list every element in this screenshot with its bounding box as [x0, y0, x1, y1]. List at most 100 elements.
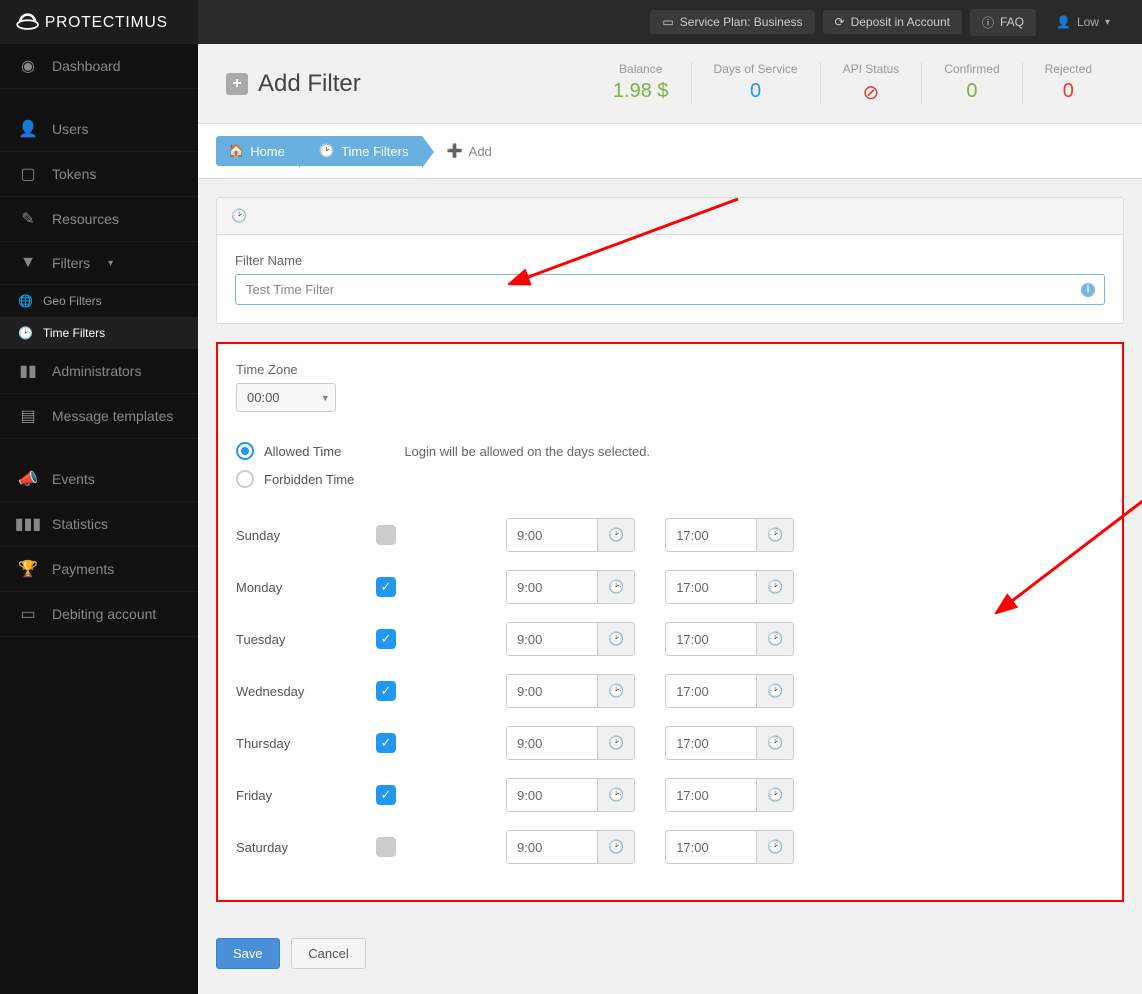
nav-tokens[interactable]: ▢Tokens — [0, 152, 198, 197]
form-actions: Save Cancel — [198, 920, 1142, 987]
clock-icon[interactable]: 🕑 — [756, 571, 793, 603]
allowed-time-radio[interactable] — [236, 442, 254, 460]
time-to-input[interactable] — [666, 624, 756, 655]
time-from-input[interactable] — [507, 520, 597, 551]
clock-icon[interactable]: 🕑 — [756, 675, 793, 707]
time-to: 🕑 — [665, 622, 794, 656]
day-checkbox[interactable] — [376, 837, 396, 857]
time-to-input[interactable] — [666, 728, 756, 759]
days-label: Days of Service — [714, 62, 798, 76]
nav-users[interactable]: 👤Users — [0, 107, 198, 152]
nav-dashboard[interactable]: ◉Dashboard — [0, 44, 198, 89]
user-icon: 👤 — [1056, 15, 1071, 29]
payments-icon: 🏆 — [18, 559, 38, 579]
nav-geo-filters[interactable]: 🌐Geo Filters — [0, 285, 198, 317]
day-name: Saturday — [236, 840, 346, 855]
time-from-input[interactable] — [507, 676, 597, 707]
clock-icon[interactable]: 🕑 — [597, 623, 634, 655]
day-checkbox[interactable]: ✓ — [376, 785, 396, 805]
day-checkbox[interactable]: ✓ — [376, 681, 396, 701]
day-checkbox[interactable]: ✓ — [376, 629, 396, 649]
nav-events[interactable]: 📣Events — [0, 457, 198, 502]
clock-icon[interactable]: 🕑 — [756, 727, 793, 759]
time-from: 🕑 — [506, 570, 635, 604]
time-to: 🕑 — [665, 830, 794, 864]
time-from-input[interactable] — [507, 780, 597, 811]
clock-icon[interactable]: 🕑 — [756, 831, 793, 863]
day-name: Sunday — [236, 528, 346, 543]
breadcrumb-home[interactable]: 🏠Home — [216, 136, 299, 166]
time-to-input[interactable] — [666, 780, 756, 811]
admin-icon: ▮▮ — [18, 361, 38, 381]
sidebar: ◉Dashboard 👤Users ▢Tokens ✎Resources ▼Fi… — [0, 44, 198, 994]
day-checkbox[interactable] — [376, 525, 396, 545]
clock-icon[interactable]: 🕑 — [756, 779, 793, 811]
service-plan-button[interactable]: ▭Service Plan: Business — [650, 10, 814, 34]
forbidden-time-radio[interactable] — [236, 470, 254, 488]
save-button[interactable]: Save — [216, 938, 280, 969]
filter-name-input[interactable] — [235, 274, 1105, 305]
nav-administrators[interactable]: ▮▮Administrators — [0, 349, 198, 394]
nav-statistics[interactable]: ▮▮▮Statistics — [0, 502, 198, 547]
resources-icon: ✎ — [18, 209, 38, 229]
clock-icon[interactable]: 🕑 — [597, 571, 634, 603]
user-menu[interactable]: 👤Low▾ — [1044, 10, 1122, 34]
breadcrumb: 🏠Home 🕑Time Filters ➕Add — [198, 124, 1142, 179]
user-icon: 👤 — [18, 119, 38, 139]
clock-icon: 🕑 — [319, 143, 335, 159]
brand-logo[interactable]: PROTECTIMUS — [0, 0, 198, 44]
nav-filters[interactable]: ▼Filters ▾ — [0, 242, 198, 285]
time-from-input[interactable] — [507, 728, 597, 759]
stats-bar: Balance1.98 $ Days of Service0 API Statu… — [591, 62, 1114, 105]
balance-label: Balance — [613, 62, 669, 76]
day-row-friday: Friday ✓ 🕑 🕑 — [236, 778, 1104, 812]
clock-icon[interactable]: 🕑 — [597, 727, 634, 759]
clock-icon[interactable]: 🕑 — [597, 675, 634, 707]
time-to-input[interactable] — [666, 520, 756, 551]
time-from-input[interactable] — [507, 624, 597, 655]
svg-text:PROTECTIMUS: PROTECTIMUS — [45, 14, 168, 31]
clock-icon[interactable]: 🕑 — [756, 623, 793, 655]
forbidden-time-label: Forbidden Time — [264, 472, 354, 487]
filter-name-label: Filter Name — [235, 253, 1105, 268]
faq-button[interactable]: ⓘFAQ — [970, 9, 1036, 36]
day-row-sunday: Sunday 🕑 🕑 — [236, 518, 1104, 552]
days-value: 0 — [714, 80, 798, 103]
cancel-button[interactable]: Cancel — [291, 938, 365, 969]
clock-icon[interactable]: 🕑 — [597, 779, 634, 811]
timezone-select[interactable]: 00:00 — [236, 383, 336, 412]
template-icon: ▤ — [18, 406, 38, 426]
time-to: 🕑 — [665, 778, 794, 812]
time-to-input[interactable] — [666, 832, 756, 863]
time-from-input[interactable] — [507, 832, 597, 863]
day-row-thursday: Thursday ✓ 🕑 🕑 — [236, 726, 1104, 760]
time-from: 🕑 — [506, 674, 635, 708]
events-icon: 📣 — [18, 469, 38, 489]
nav-payments[interactable]: 🏆Payments — [0, 547, 198, 592]
nav-debiting[interactable]: ▭Debiting account — [0, 592, 198, 637]
time-settings-box: Time Zone 00:00 Allowed Time Forbidden T… — [216, 342, 1124, 902]
timezone-label: Time Zone — [236, 362, 1104, 377]
nav-message-templates[interactable]: ▤Message templates — [0, 394, 198, 439]
info-icon[interactable]: i — [1081, 283, 1095, 297]
clock-icon[interactable]: 🕑 — [597, 831, 634, 863]
clock-icon: 🕑 — [18, 326, 33, 340]
main-content: +Add Filter Balance1.98 $ Days of Servic… — [198, 44, 1142, 994]
stats-icon: ▮▮▮ — [18, 514, 38, 534]
time-to-input[interactable] — [666, 572, 756, 603]
caret-down-icon: ▾ — [1105, 17, 1110, 28]
nav-resources[interactable]: ✎Resources — [0, 197, 198, 242]
confirmed-value: 0 — [944, 80, 999, 103]
clock-icon[interactable]: 🕑 — [597, 519, 634, 551]
breadcrumb-time-filters[interactable]: 🕑Time Filters — [299, 136, 423, 166]
day-name: Friday — [236, 788, 346, 803]
day-checkbox[interactable]: ✓ — [376, 733, 396, 753]
nav-time-filters[interactable]: 🕑Time Filters — [0, 317, 198, 349]
time-to-input[interactable] — [666, 676, 756, 707]
dashboard-icon: ◉ — [18, 56, 38, 76]
day-checkbox[interactable]: ✓ — [376, 577, 396, 597]
deposit-button[interactable]: ⟳Deposit in Account — [823, 10, 962, 34]
time-from-input[interactable] — [507, 572, 597, 603]
time-from: 🕑 — [506, 622, 635, 656]
clock-icon[interactable]: 🕑 — [756, 519, 793, 551]
